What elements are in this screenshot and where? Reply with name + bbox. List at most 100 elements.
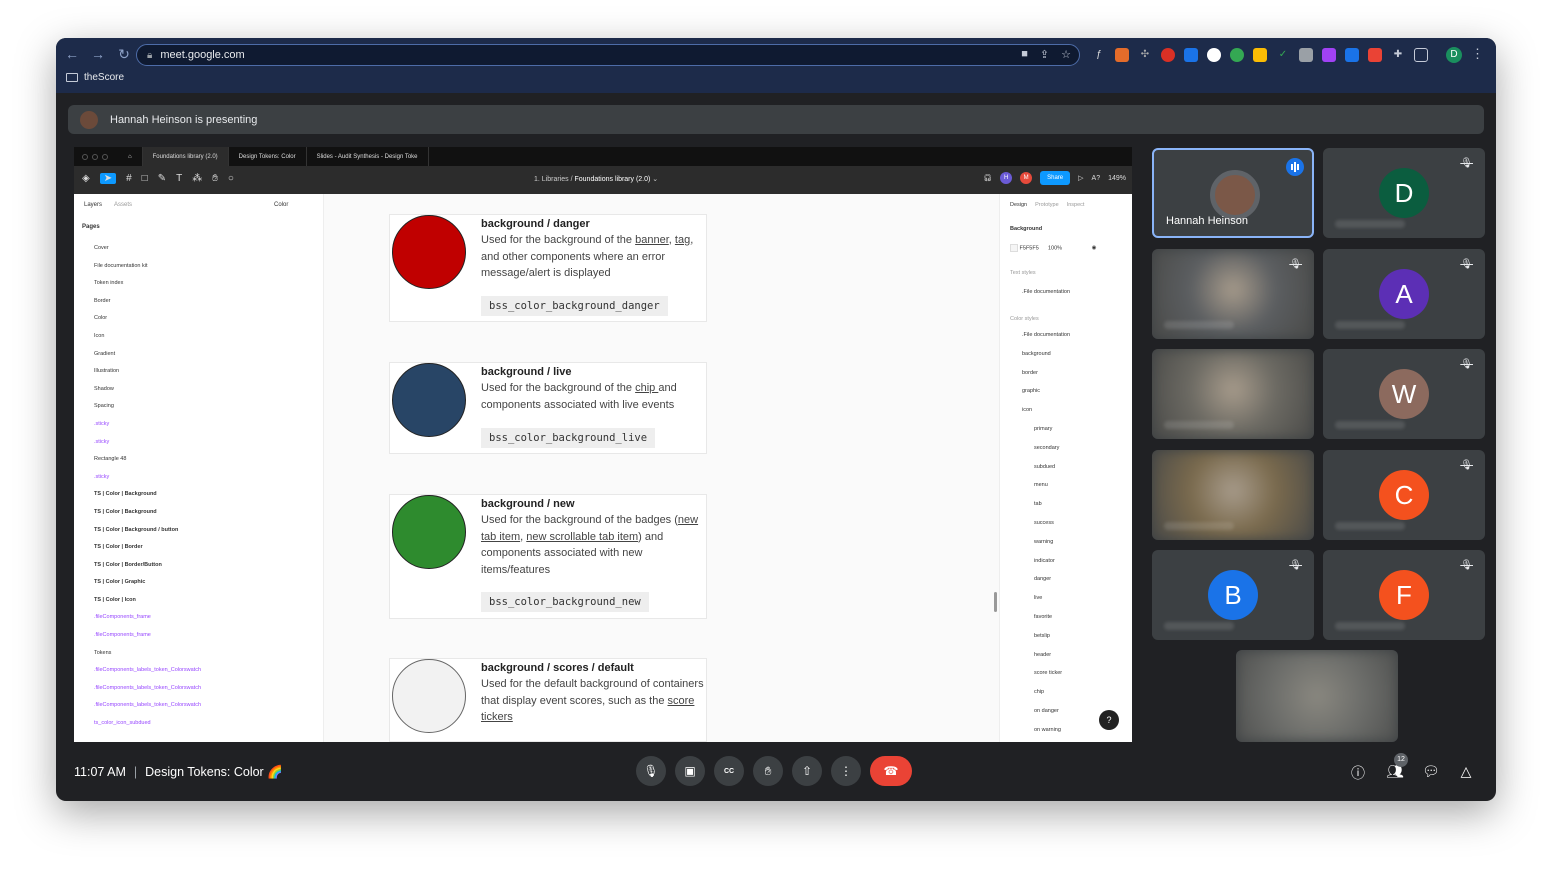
extension-icon[interactable] bbox=[1207, 48, 1221, 62]
icon-style-item: warning bbox=[1034, 538, 1054, 545]
design-panel-tabs: Design Prototype Inspect bbox=[1010, 202, 1084, 208]
participant-name-blurred bbox=[1164, 622, 1234, 630]
more-vert-icon: ⋮ bbox=[840, 764, 852, 778]
extension-icon[interactable] bbox=[1115, 48, 1129, 62]
extension-icon[interactable] bbox=[1184, 48, 1198, 62]
icon-style-item: indicator bbox=[1034, 557, 1055, 564]
extension-icon[interactable] bbox=[1299, 48, 1313, 62]
participant-tile[interactable]: F 🎙︎ bbox=[1323, 550, 1485, 640]
extension-icon[interactable]: ✣ bbox=[1138, 48, 1152, 62]
meeting-info-button[interactable]: ⓘ bbox=[1350, 763, 1366, 781]
color-style-item: icon bbox=[1022, 407, 1033, 414]
more-options-button[interactable]: ⋮ bbox=[831, 756, 861, 786]
activities-button[interactable]: △ bbox=[1458, 763, 1474, 779]
meeting-details: 11:07 AM | Design Tokens: Color 🌈 bbox=[74, 765, 283, 779]
mic-off-icon: 🎙︎ bbox=[1289, 560, 1302, 571]
token-card: background / danger Used for the backgro… bbox=[389, 214, 707, 322]
forward-icon[interactable]: → bbox=[90, 46, 106, 63]
participant-tile[interactable]: Hannah Heinson bbox=[1152, 148, 1314, 238]
folder-icon bbox=[66, 73, 78, 82]
participant-tile[interactable]: A 🎙︎ bbox=[1323, 249, 1485, 339]
figma-toolbar-right: 🎧︎ H M Share ▷ A? 149% bbox=[983, 171, 1126, 185]
captions-button[interactable]: CC bbox=[714, 756, 744, 786]
icon-style-item: score ticker bbox=[1034, 670, 1063, 677]
participant-tile[interactable]: W 🎙︎ bbox=[1323, 349, 1485, 439]
icon-style-item: danger bbox=[1034, 576, 1052, 583]
share-page-icon[interactable]: ⇪ bbox=[1040, 48, 1049, 61]
chat-button[interactable]: 💬︎ bbox=[1422, 763, 1440, 779]
layers-header: Layers Assets Color bbox=[84, 202, 288, 208]
token-title: background / scores / default bbox=[481, 662, 634, 674]
puzzle-icon[interactable]: ✚ bbox=[1391, 48, 1405, 62]
raise-hand-button[interactable]: ✋︎ bbox=[753, 756, 783, 786]
icon-style-item: chip bbox=[1034, 689, 1045, 696]
present-screen-icon: ⇧ bbox=[801, 764, 813, 778]
icon-style-item: tab bbox=[1034, 501, 1042, 508]
profile-avatar[interactable]: D bbox=[1446, 47, 1462, 63]
participant-tile[interactable]: C 🎙︎ bbox=[1323, 450, 1485, 540]
reload-icon[interactable]: ↻ bbox=[116, 46, 132, 63]
present-button[interactable]: ⇧ bbox=[792, 756, 822, 786]
extension-icon[interactable] bbox=[1345, 48, 1359, 62]
participant-tile[interactable]: B 🎙︎ bbox=[1152, 550, 1314, 640]
layer-item: TS | Color | Background / button bbox=[94, 526, 179, 533]
canvas-scrollbar bbox=[994, 592, 997, 612]
token-description: Used for the background of the banner, t… bbox=[481, 234, 694, 279]
color-style-item: .File documentation bbox=[1022, 332, 1070, 338]
token-card: background / live Used for the backgroun… bbox=[389, 362, 707, 454]
leave-call-button[interactable]: ☎︎ bbox=[870, 756, 912, 786]
collab-avatar: H bbox=[1000, 172, 1013, 184]
participant-name-blurred bbox=[1164, 522, 1234, 530]
participant-tile[interactable] bbox=[1152, 450, 1314, 540]
figma-share-button: Share bbox=[1040, 171, 1071, 185]
people-button[interactable]: 👥︎ 12 bbox=[1386, 753, 1408, 779]
extensions-bar: ƒ ✣ ✓ ✚ bbox=[1092, 48, 1428, 62]
back-icon[interactable]: ← bbox=[64, 46, 80, 63]
participant-name: Hannah Heinson bbox=[1166, 215, 1248, 227]
presenter-avatar bbox=[80, 110, 98, 129]
page-item: Illustration bbox=[94, 368, 120, 375]
extension-icon[interactable] bbox=[1230, 48, 1244, 62]
sidepanel-icon[interactable] bbox=[1414, 48, 1428, 62]
microphone-button[interactable]: 🎙︎ bbox=[636, 756, 666, 786]
mic-off-icon: 🎙︎ bbox=[1460, 460, 1473, 471]
lock-icon[interactable]: 🔒︎ bbox=[147, 50, 152, 61]
extension-icon[interactable] bbox=[1161, 48, 1175, 62]
icon-style-item: header bbox=[1034, 651, 1052, 658]
page-item: Token index bbox=[94, 280, 124, 287]
bookmark-star-icon[interactable]: ☆ bbox=[1061, 48, 1071, 61]
participant-name-blurred bbox=[1164, 421, 1234, 429]
microphone-icon: 🎙︎ bbox=[643, 764, 659, 778]
camera-indicator-icon[interactable]: ■ bbox=[1021, 48, 1028, 61]
extension-icon[interactable] bbox=[1253, 48, 1267, 62]
page-item: Cover bbox=[94, 245, 109, 251]
participant-tile[interactable] bbox=[1152, 349, 1314, 439]
figma-tools: ◈ ➤ # □ ✎ T ⁂ ✋︎ ○ bbox=[82, 173, 234, 184]
color-style-item: graphic bbox=[1022, 388, 1041, 395]
resources-icon: ⁂ bbox=[192, 173, 203, 184]
extension-icon[interactable]: ✓ bbox=[1276, 48, 1290, 62]
participant-tile[interactable]: 🎙︎ bbox=[1152, 249, 1314, 339]
camera-button[interactable]: ▣ bbox=[675, 756, 705, 786]
icon-style-item: primary bbox=[1034, 425, 1053, 432]
collab-avatar: M bbox=[1020, 172, 1033, 184]
browser-menu-icon[interactable]: ⋮ bbox=[1471, 46, 1484, 62]
participant-tile[interactable] bbox=[1236, 650, 1398, 742]
participant-name-blurred bbox=[1335, 622, 1405, 630]
figma-tab: Design Tokens: Color bbox=[229, 147, 307, 166]
participant-tile[interactable]: D 🎙︎ bbox=[1323, 148, 1485, 238]
bookmarks-bar: theScore bbox=[66, 72, 124, 83]
token-title: background / live bbox=[481, 366, 572, 378]
extension-icon[interactable] bbox=[1368, 48, 1382, 62]
extension-icon[interactable]: ƒ bbox=[1092, 48, 1106, 62]
token-title: background / danger bbox=[481, 218, 590, 230]
participant-avatar: F bbox=[1379, 570, 1429, 620]
page-item: Icon bbox=[94, 332, 105, 339]
participant-avatar: W bbox=[1379, 369, 1429, 419]
address-bar[interactable]: 🔒︎ meet.google.com ■ ⇪ ☆ bbox=[136, 44, 1080, 66]
extension-icon[interactable] bbox=[1322, 48, 1336, 62]
shape-tool-icon: □ bbox=[141, 173, 148, 184]
bookmark-thescore[interactable]: theScore bbox=[84, 72, 124, 83]
page-item: Gradient bbox=[94, 350, 116, 357]
background-label: Background bbox=[1010, 226, 1043, 232]
